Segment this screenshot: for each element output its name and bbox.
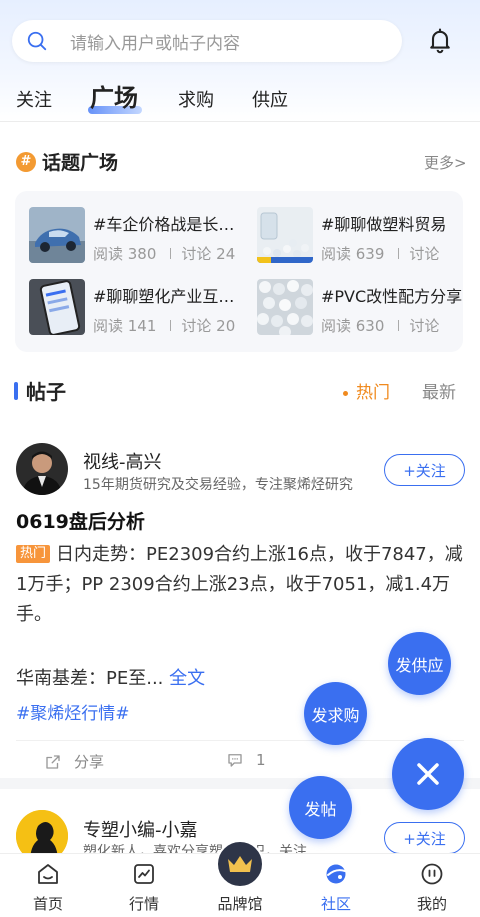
tab-purchase[interactable]: 求购 <box>178 86 214 112</box>
more-topics-link[interactable]: 更多> <box>424 152 467 173</box>
follow-button[interactable]: +关注 <box>384 454 465 486</box>
post-body-continued[interactable]: 华南基差：PE至... 全文 <box>16 664 205 690</box>
topic-card[interactable]: #聊聊塑化产业互联网 阅读 141 讨论 20 <box>29 279 251 341</box>
bell-icon[interactable] <box>426 26 454 54</box>
main-tabs: 关注 广场 求购 供应 <box>0 78 480 118</box>
nav-community[interactable]: 社区 <box>288 854 384 917</box>
topics-title: 话题广场 <box>42 152 119 174</box>
phone-app-image <box>29 279 85 335</box>
post-purchase-button[interactable]: 发求购 <box>304 682 367 745</box>
topic-title: #聊聊做塑料贸易 <box>321 215 447 234</box>
tab-plaza[interactable]: 广场 <box>90 78 138 113</box>
post-author[interactable]: 视线-高兴 <box>83 448 162 474</box>
topics-grid: #车企价格战是长久之计吗？ 阅读 380讨论 24 #聊聊做塑料贸易 阅读 63… <box>15 191 463 352</box>
close-fab-button[interactable] <box>392 738 464 810</box>
nav-market[interactable]: 行情 <box>96 854 192 917</box>
hash-icon: # <box>16 151 36 172</box>
post-topic-tag[interactable]: #聚烯烃行情# <box>16 699 130 724</box>
topic-card[interactable]: #PVC改性配方分享 阅读 630 讨论 <box>257 279 463 341</box>
header-divider <box>0 121 480 122</box>
community-icon <box>326 864 346 884</box>
topic-card[interactable]: #车企价格战是长久之计吗？ 阅读 380讨论 24 <box>29 207 251 269</box>
posts-section-title: 帖子 <box>14 376 66 405</box>
active-dot <box>343 390 348 396</box>
comment-icon <box>228 754 242 767</box>
nav-profile[interactable]: 我的 <box>384 854 480 917</box>
topic-title: #聊聊塑化产业互联网 <box>93 287 243 306</box>
topic-title: #车企价格战是长久之计吗？ <box>93 215 243 234</box>
follow-button[interactable]: +关注 <box>384 822 465 854</box>
car-image <box>29 207 85 263</box>
header: 请输入用户或帖子内容 关注 广场 求购 供应 <box>0 0 480 122</box>
post-supply-button[interactable]: 发供应 <box>388 632 451 695</box>
posts-title: 帖子 <box>26 380 66 404</box>
close-icon <box>417 763 439 785</box>
post-title[interactable]: 0619盘后分析 <box>16 507 145 534</box>
topic-meta: 阅读 380 讨论 24 <box>93 245 236 263</box>
nav-home[interactable]: 首页 <box>0 854 96 917</box>
crown-icon <box>228 856 252 872</box>
home-icon <box>38 864 58 884</box>
sort-hot-tab[interactable]: 热门 <box>343 378 390 403</box>
topic-title: #PVC改性配方分享 <box>321 287 463 306</box>
topic-card[interactable]: #聊聊做塑料贸易 阅读 639 讨论 <box>257 207 463 269</box>
topics-section-title: # 话题广场 <box>16 148 118 175</box>
post-body[interactable]: 热门 日内走势：PE2309合约上涨16点，收于7847，减1万手；PP 2309… <box>16 540 466 630</box>
white-pellets-image <box>257 279 313 335</box>
search-bar[interactable]: 请输入用户或帖子内容 <box>12 20 402 62</box>
share-button[interactable]: 分享 <box>44 751 104 772</box>
tab-follow[interactable]: 关注 <box>16 86 52 112</box>
full-text-link[interactable]: 全文 <box>169 668 205 689</box>
comment-button[interactable]: 1 <box>226 751 266 769</box>
topic-meta: 阅读 630 讨论 <box>321 317 440 335</box>
post-author[interactable]: 专塑小编-小嘉 <box>83 816 198 842</box>
chart-icon <box>134 864 154 884</box>
topic-meta: 阅读 639 讨论 <box>321 245 440 263</box>
avatar[interactable] <box>16 443 68 495</box>
create-post-button[interactable]: 发帖 <box>289 776 352 839</box>
share-icon <box>46 754 60 769</box>
search-input[interactable]: 请输入用户或帖子内容 <box>70 29 240 54</box>
author-desc: 15年期货研究及交易经验，专注聚烯烃研究 <box>83 477 353 493</box>
tab-supply[interactable]: 供应 <box>252 86 288 112</box>
sort-latest-tab[interactable]: 最新 <box>422 378 456 403</box>
hot-badge: 热门 <box>16 545 51 563</box>
section-bar <box>14 381 18 400</box>
plastic-pellets-image <box>257 207 313 263</box>
brand-hall-button[interactable] <box>216 840 264 888</box>
topic-meta: 阅读 141 讨论 20 <box>93 317 236 335</box>
profile-icon <box>421 863 443 885</box>
search-icon <box>27 31 47 51</box>
